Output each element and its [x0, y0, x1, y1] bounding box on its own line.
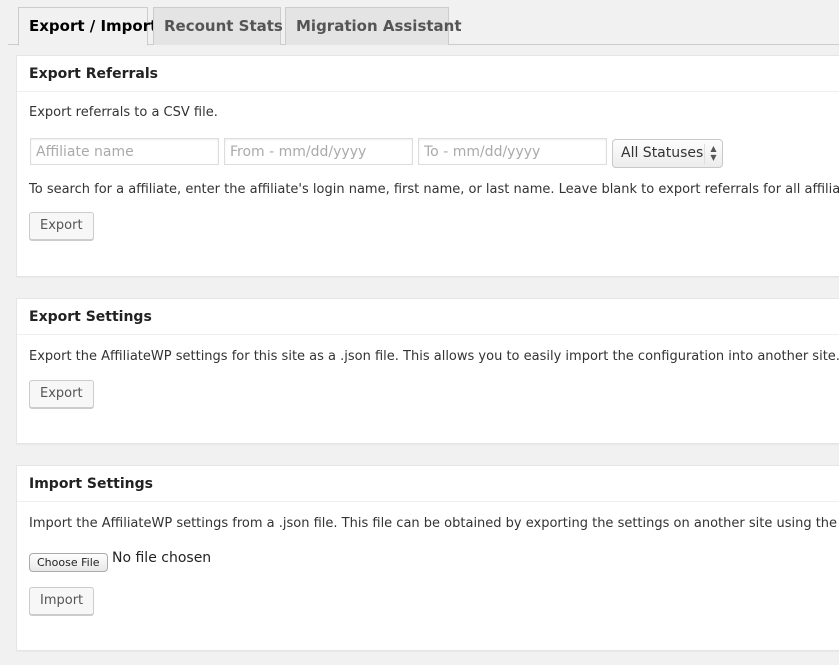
to-date-input[interactable] [418, 138, 607, 165]
tab-recount-stats[interactable]: Recount Stats [153, 7, 283, 45]
tab-export-import[interactable]: Export / Import [18, 7, 157, 46]
panel-title: Import Settings [17, 466, 839, 502]
panel-title: Export Referrals [17, 56, 839, 92]
export-settings-button[interactable]: Export [29, 380, 94, 408]
panel-description: Import the AffiliateWP settings from a .… [29, 516, 839, 531]
tab-bar: Export / Import Recount Stats Migration … [8, 0, 839, 46]
file-status-text: No file chosen [112, 550, 212, 566]
status-select-value: All Statuses [621, 145, 704, 161]
help-text: To search for a affiliate, enter the aff… [29, 182, 839, 197]
export-settings-panel: Export Settings Export the AffiliateWP s… [16, 298, 839, 444]
panel-title: Export Settings [17, 299, 839, 335]
status-select[interactable]: All Statuses ▲ ▼ [612, 139, 723, 168]
affiliate-name-input[interactable] [30, 138, 219, 165]
import-settings-panel: Import Settings Import the AffiliateWP s… [16, 465, 839, 651]
export-referrals-button[interactable]: Export [29, 212, 94, 240]
choose-file-button[interactable]: Choose File [29, 553, 108, 572]
import-button[interactable]: Import [29, 587, 95, 615]
panel-description: Export the AffiliateWP settings for this… [29, 349, 839, 364]
export-referrals-panel: Export Referrals Export referrals to a C… [16, 55, 839, 277]
panel-description: Export referrals to a CSV file. [29, 105, 218, 120]
tab-migration-assistant[interactable]: Migration Assistant [285, 7, 462, 45]
select-arrows-icon: ▲ ▼ [704, 144, 722, 164]
from-date-input[interactable] [224, 138, 413, 165]
